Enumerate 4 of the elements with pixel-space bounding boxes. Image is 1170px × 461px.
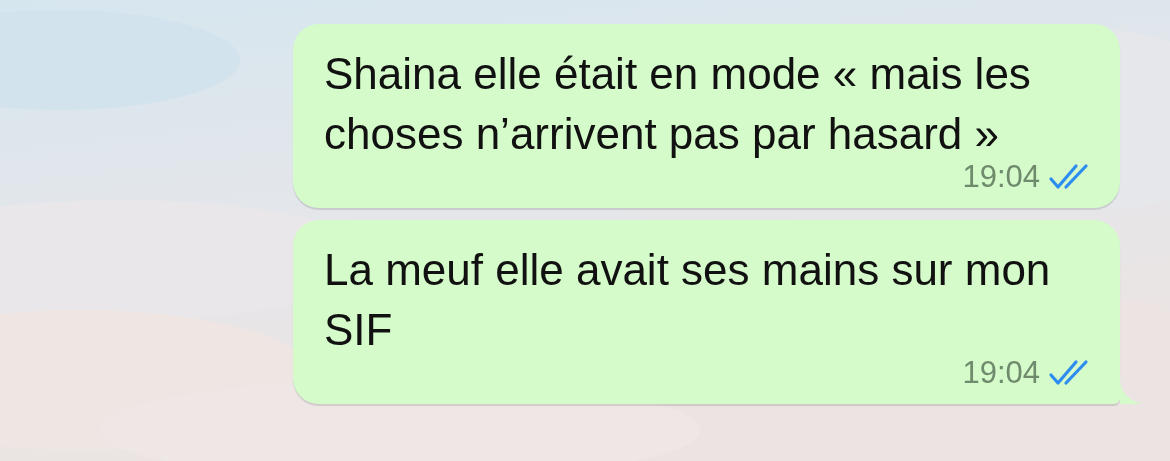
message-text: Shaina elle était en mode « mais les choses n’arrivent pas par hasard » [324, 48, 1032, 160]
message-time: 19:04 [962, 355, 1040, 391]
message-time: 19:04 [962, 159, 1040, 195]
message-text: La meuf elle avait ses mains sur mon SIF [324, 244, 1052, 356]
